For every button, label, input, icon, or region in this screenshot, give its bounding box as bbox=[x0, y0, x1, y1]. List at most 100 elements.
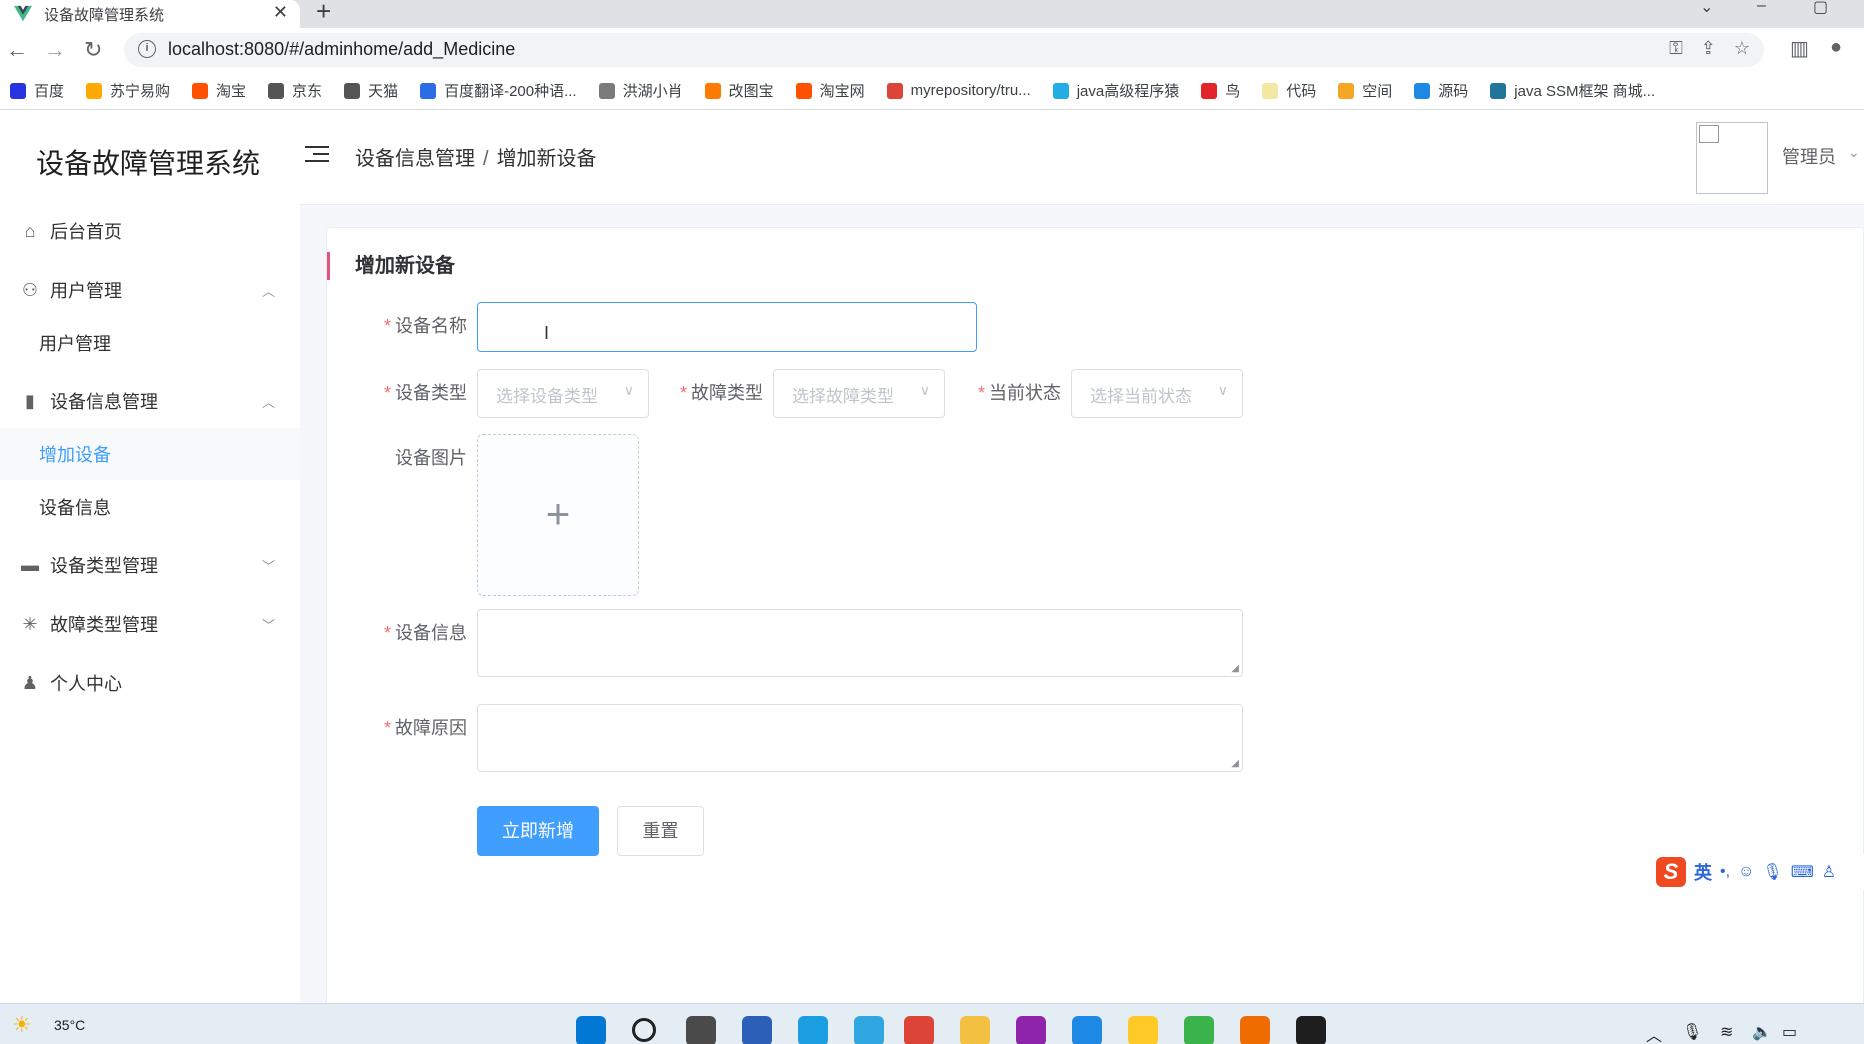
bookmark-item[interactable]: 百度翻译-200种语... bbox=[420, 80, 577, 101]
user-name[interactable]: 管理员 bbox=[1782, 143, 1836, 169]
sidebar-subitem-device-info[interactable]: 设备信息 bbox=[0, 481, 300, 533]
bookmark-item[interactable]: 改图宝 bbox=[704, 80, 774, 101]
reset-button[interactable]: 重置 bbox=[617, 806, 704, 856]
side-panel-icon[interactable]: ▥ bbox=[1790, 36, 1809, 61]
browser-tab[interactable]: 设备故障管理系统 ✕ bbox=[0, 0, 300, 28]
sidebar-subitem-device-add[interactable]: 增加设备 bbox=[0, 428, 300, 480]
bookmark-item[interactable]: 洪湖小肖 bbox=[598, 80, 683, 101]
monitor-icon: ▬ bbox=[21, 555, 39, 575]
chevron-down-icon: ∨ bbox=[1217, 382, 1228, 398]
punctuation-icon[interactable]: •, bbox=[1720, 863, 1730, 881]
search-icon[interactable] bbox=[632, 1018, 656, 1042]
app-icon-3[interactable] bbox=[1240, 1016, 1270, 1044]
bookmark-item[interactable]: 天猫 bbox=[344, 80, 398, 101]
bookmark-label: 源码 bbox=[1438, 83, 1469, 100]
bookmark-favicon-icon bbox=[1338, 82, 1355, 99]
device-name-input[interactable]: I bbox=[477, 302, 977, 352]
url-text[interactable]: localhost:8080/#/adminhome/add_Medicine bbox=[168, 39, 515, 60]
bookmark-item[interactable]: 淘宝网 bbox=[795, 80, 865, 101]
required-mark: * bbox=[977, 383, 985, 403]
chevron-down-icon[interactable]: ⌄ bbox=[1848, 144, 1860, 161]
vue-logo-icon bbox=[14, 5, 32, 22]
user-icon: ⚇ bbox=[21, 280, 39, 300]
bookmark-item[interactable]: java高级程序猿 bbox=[1052, 80, 1179, 101]
menu-toggle-icon[interactable] bbox=[305, 146, 329, 164]
bookmark-item[interactable]: myrepository/tru... bbox=[886, 82, 1031, 99]
bookmark-item[interactable]: 京东 bbox=[268, 80, 322, 101]
sidebar-item-device-mgmt[interactable]: ▮ 设备信息管理 ︿ bbox=[0, 375, 300, 427]
bookmark-item[interactable]: 源码 bbox=[1414, 80, 1468, 101]
weather-sun-icon[interactable]: ☀ bbox=[12, 1012, 32, 1038]
bookmark-item[interactable]: java SSM框架 商城... bbox=[1490, 80, 1655, 101]
photos-icon[interactable] bbox=[1072, 1016, 1102, 1044]
profile-icon[interactable]: ● bbox=[1830, 36, 1842, 59]
edge-icon[interactable] bbox=[798, 1016, 828, 1044]
password-key-icon[interactable]: ⚿ bbox=[1669, 38, 1683, 59]
sidebar-item-profile[interactable]: ♟ 个人中心 bbox=[0, 657, 300, 709]
fault-type-select[interactable]: 选择故障类型 ∨ bbox=[773, 369, 945, 418]
app-icon-1[interactable] bbox=[742, 1016, 772, 1044]
avatar[interactable] bbox=[1696, 122, 1768, 194]
folder-icon[interactable] bbox=[960, 1016, 990, 1044]
reload-icon[interactable]: ↻ bbox=[84, 37, 102, 63]
weather-temperature[interactable]: 35°C bbox=[54, 1017, 85, 1033]
ie-icon[interactable] bbox=[854, 1016, 884, 1044]
close-tab-icon[interactable]: ✕ bbox=[273, 2, 288, 23]
app-icon-2[interactable] bbox=[1128, 1016, 1158, 1044]
start-icon[interactable] bbox=[576, 1016, 606, 1044]
hbuilder-icon[interactable] bbox=[1184, 1016, 1214, 1044]
submit-button[interactable]: 立即新增 bbox=[477, 806, 599, 856]
chevron-up-icon[interactable]: ︿ bbox=[1646, 1022, 1662, 1044]
sidebar-item-fault-type-mgmt[interactable]: ✳ 故障类型管理 ﹀ bbox=[0, 598, 300, 650]
resize-handle-icon[interactable]: ◢ bbox=[1231, 758, 1239, 769]
sidebar-item-home[interactable]: ⌂ 后台首页 bbox=[0, 205, 300, 257]
sidebar-item-label: 设备信息管理 bbox=[50, 392, 158, 412]
microphone-icon[interactable]: 🎙 bbox=[1762, 862, 1782, 882]
bookmark-item[interactable]: 百度 bbox=[10, 80, 64, 101]
forward-icon[interactable]: → bbox=[44, 37, 66, 63]
sidebar-item-user-mgmt[interactable]: ⚇ 用户管理 ︿ bbox=[0, 264, 300, 316]
keyboard-icon[interactable]: ⌨ bbox=[1791, 862, 1814, 882]
share-icon[interactable]: ⇪ bbox=[1701, 38, 1716, 59]
skin-icon[interactable]: ♙ bbox=[1822, 862, 1836, 882]
intellij-icon[interactable] bbox=[1016, 1016, 1046, 1044]
device-type-select[interactable]: 选择设备类型 ∨ bbox=[477, 369, 649, 418]
chrome-icon[interactable] bbox=[904, 1016, 934, 1044]
sogou-logo-icon[interactable]: S bbox=[1656, 857, 1686, 887]
fault-reason-textarea[interactable]: ◢ bbox=[477, 704, 1243, 772]
status-select[interactable]: 选择当前状态 ∨ bbox=[1071, 369, 1243, 418]
emoji-icon[interactable]: ☺ bbox=[1738, 863, 1754, 881]
sidebar-item-label: 后台首页 bbox=[50, 222, 122, 242]
bookmark-item[interactable]: 代码 bbox=[1262, 80, 1316, 101]
volume-icon[interactable]: 🔈 bbox=[1752, 1022, 1772, 1042]
type-label: * 设备类型 bbox=[377, 379, 467, 405]
required-mark: * bbox=[383, 718, 391, 738]
device-info-textarea[interactable]: ◢ bbox=[477, 609, 1243, 677]
resize-handle-icon[interactable]: ◢ bbox=[1231, 663, 1239, 674]
bookmark-star-icon[interactable]: ☆ bbox=[1734, 38, 1750, 59]
site-info-icon[interactable]: i bbox=[138, 40, 156, 58]
maximize-icon[interactable]: ▢ bbox=[1813, 0, 1828, 17]
address-bar[interactable]: i localhost:8080/#/adminhome/add_Medicin… bbox=[124, 33, 1764, 67]
wifi-icon[interactable]: ≋ bbox=[1720, 1022, 1733, 1042]
bookmark-item[interactable]: 苏宁易购 bbox=[86, 80, 170, 101]
tab-search-icon[interactable]: ⌄ bbox=[1700, 0, 1713, 17]
back-icon[interactable]: ← bbox=[6, 37, 28, 63]
new-tab-button[interactable]: + bbox=[316, 0, 331, 27]
microphone-icon[interactable]: 🎙 bbox=[1682, 1022, 1702, 1042]
os-taskbar: ☀ 35°C ︿ 🎙 ≋ 🔈 ▭ bbox=[0, 1003, 1864, 1044]
bookmark-item[interactable]: 鸟 bbox=[1201, 80, 1240, 101]
task-view-icon[interactable] bbox=[686, 1016, 716, 1044]
battery-icon[interactable]: ▭ bbox=[1782, 1022, 1797, 1042]
ime-mode[interactable]: 英 bbox=[1694, 859, 1712, 885]
minimize-icon[interactable]: – bbox=[1757, 0, 1766, 15]
bookmark-favicon-icon bbox=[1052, 82, 1069, 99]
terminal-icon[interactable] bbox=[1296, 1016, 1326, 1044]
sidebar-item-label: 设备信息 bbox=[39, 498, 111, 518]
sidebar-item-type-mgmt[interactable]: ▬ 设备类型管理 ﹀ bbox=[0, 539, 300, 591]
bookmark-item[interactable]: 空间 bbox=[1338, 80, 1392, 101]
image-upload[interactable]: + bbox=[477, 434, 639, 596]
bookmark-item[interactable]: 淘宝 bbox=[192, 80, 246, 101]
breadcrumb-parent[interactable]: 设备信息管理 bbox=[355, 148, 475, 170]
sidebar-subitem-user-mgmt[interactable]: 用户管理 bbox=[0, 317, 300, 369]
